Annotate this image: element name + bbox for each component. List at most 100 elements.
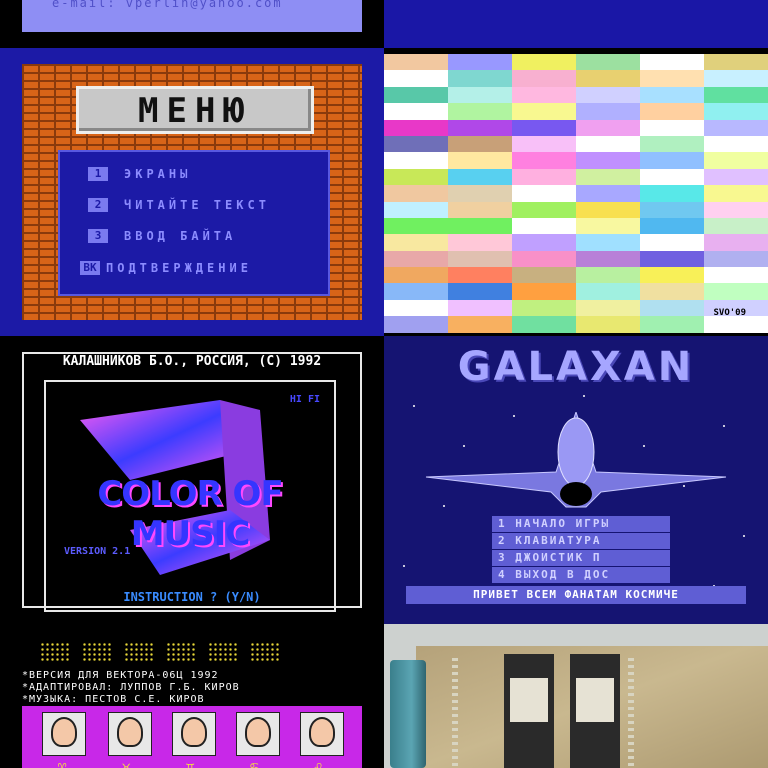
color-of-music-tile: КАЛАШНИКОВ Б.О., РОССИЯ, (С) 1992 HI FI … bbox=[0, 336, 384, 624]
menu-item-label: ЭКРАНЫ bbox=[124, 167, 192, 181]
vector-credits-tile: *ВЕРСИЯ ДЛЯ ВЕКТОРА-06Ц 1992 *АДАПТИРОВА… bbox=[0, 624, 384, 768]
palette-signature: SVO'09 bbox=[713, 308, 746, 318]
credit-line: *МУЗЫКА: ПЕСТОВ С.Е. КИРОВ bbox=[22, 694, 205, 705]
palette-swatch bbox=[384, 316, 448, 333]
portrait[interactable] bbox=[236, 712, 280, 756]
palette-swatch bbox=[640, 316, 704, 333]
zodiac-glyph: ♈ bbox=[58, 760, 67, 768]
palette-swatch bbox=[448, 119, 512, 136]
palette-row bbox=[384, 103, 768, 120]
palette-swatch bbox=[512, 283, 576, 300]
email-text: e-mail: vperlin@yahoo.com bbox=[52, 0, 283, 10]
menu-title: МЕНЮ bbox=[138, 91, 252, 131]
menu-item-joystick[interactable]: 3 ДЖОИСТИК П bbox=[492, 550, 670, 566]
palette-row bbox=[384, 234, 768, 251]
galaxan-menu: 1 НАЧАЛО ИГРЫ 2 КЛАВИАТУРА 3 ДЖОИСТИК П … bbox=[492, 516, 670, 586]
palette-swatch bbox=[384, 299, 448, 317]
palette-swatch bbox=[448, 185, 512, 202]
title-window: HI FI COLOR OF MUSIC VERSION 2.1 bbox=[44, 380, 336, 612]
palette-swatch bbox=[384, 250, 448, 268]
menu-item-label: ВВОД БАЙТА bbox=[124, 229, 237, 243]
palette-swatch bbox=[512, 250, 576, 268]
palette-swatch bbox=[704, 54, 768, 71]
menu-item-confirm[interactable]: ВК ПОДТВЕРЖДЕНИЕ bbox=[80, 260, 252, 276]
palette-row bbox=[384, 86, 768, 104]
palette-swatch bbox=[512, 86, 576, 104]
palette-swatch bbox=[576, 185, 640, 202]
eprom-chip bbox=[570, 654, 620, 768]
palette-swatch bbox=[576, 267, 640, 284]
palette-swatch bbox=[448, 135, 512, 153]
palette-screen-tile: SVO'09 bbox=[384, 48, 768, 336]
palette-swatch bbox=[448, 217, 512, 235]
portrait[interactable] bbox=[108, 712, 152, 756]
palette-swatch bbox=[704, 103, 768, 120]
menu-item-start[interactable]: 1 НАЧАЛО ИГРЫ bbox=[492, 516, 670, 532]
palette-swatch bbox=[640, 185, 704, 202]
palette-row bbox=[384, 201, 768, 218]
palette-row bbox=[384, 299, 768, 317]
palette-swatch bbox=[640, 201, 704, 218]
palette-swatch bbox=[384, 217, 448, 235]
palette-row bbox=[384, 135, 768, 153]
palette-swatch bbox=[576, 283, 640, 300]
palette-row bbox=[384, 283, 768, 300]
palette-swatch bbox=[640, 103, 704, 120]
palette-swatch bbox=[512, 217, 576, 235]
palette-swatch bbox=[576, 316, 640, 333]
palette-swatch bbox=[704, 234, 768, 251]
palette-swatch bbox=[576, 54, 640, 71]
palette-swatch bbox=[448, 201, 512, 218]
portrait[interactable] bbox=[42, 712, 86, 756]
instruction-prompt[interactable]: INSTRUCTION ? (Y/N) bbox=[0, 590, 384, 604]
palette-swatch bbox=[448, 234, 512, 251]
palette-swatch bbox=[384, 86, 448, 104]
palette-swatch bbox=[384, 135, 448, 153]
color-of-music-logo: COLOR OF MUSIC bbox=[97, 474, 283, 554]
palette-swatch bbox=[512, 201, 576, 218]
palette-swatch bbox=[448, 54, 512, 71]
portrait[interactable] bbox=[300, 712, 344, 756]
palette-swatch bbox=[640, 168, 704, 186]
spaceship-graphic bbox=[425, 412, 727, 508]
menu-item-exit[interactable]: 4 ВЫХОД В ДОС bbox=[492, 567, 670, 583]
palette-swatch bbox=[704, 135, 768, 153]
palette-swatch bbox=[576, 217, 640, 235]
palette-swatch bbox=[576, 234, 640, 251]
zodiac-glyph: ♋ bbox=[250, 760, 259, 768]
menu-panel: 1 ЭКРАНЫ 2 ЧИТАЙТЕ ТЕКСТ 3 ВВОД БАЙТА ВК… bbox=[58, 150, 330, 296]
menu-key: ВК bbox=[80, 261, 100, 275]
circuit-board-photo-tile bbox=[384, 624, 768, 768]
palette-swatch bbox=[448, 316, 512, 333]
palette-swatch bbox=[512, 267, 576, 284]
palette-row bbox=[384, 267, 768, 284]
palette-swatch bbox=[576, 168, 640, 186]
palette-swatch bbox=[512, 54, 576, 71]
palette-swatch bbox=[704, 250, 768, 268]
palette-swatch bbox=[576, 70, 640, 87]
palette-swatch bbox=[512, 299, 576, 317]
menu-item-keyboard[interactable]: 2 КЛАВИАТУРА bbox=[492, 533, 670, 549]
palette-swatch bbox=[704, 168, 768, 186]
menu-item-screens[interactable]: 1 ЭКРАНЫ bbox=[88, 166, 191, 182]
pin-row bbox=[628, 658, 634, 768]
menu-item-read-text[interactable]: 2 ЧИТАЙТЕ ТЕКСТ bbox=[88, 197, 270, 213]
portrait[interactable] bbox=[172, 712, 216, 756]
palette-swatch bbox=[640, 283, 704, 300]
palette-swatch bbox=[384, 168, 448, 186]
palette-swatch bbox=[640, 152, 704, 169]
palette-swatch bbox=[640, 267, 704, 284]
palette-swatch bbox=[640, 86, 704, 104]
email-banner-tile: e-mail: vperlin@yahoo.com bbox=[0, 0, 384, 48]
palette-swatch bbox=[704, 201, 768, 218]
palette-row bbox=[384, 168, 768, 186]
zodiac-glyph: ♊ bbox=[186, 760, 195, 768]
palette-swatch bbox=[384, 103, 448, 120]
palette-swatch bbox=[704, 70, 768, 87]
palette-swatch bbox=[384, 283, 448, 300]
menu-item-byte-input[interactable]: 3 ВВОД БАЙТА bbox=[88, 228, 236, 244]
palette-swatch bbox=[640, 54, 704, 71]
palette-row bbox=[384, 316, 768, 333]
palette-swatch bbox=[640, 234, 704, 251]
galaxan-title: GALAXAN bbox=[457, 344, 695, 390]
